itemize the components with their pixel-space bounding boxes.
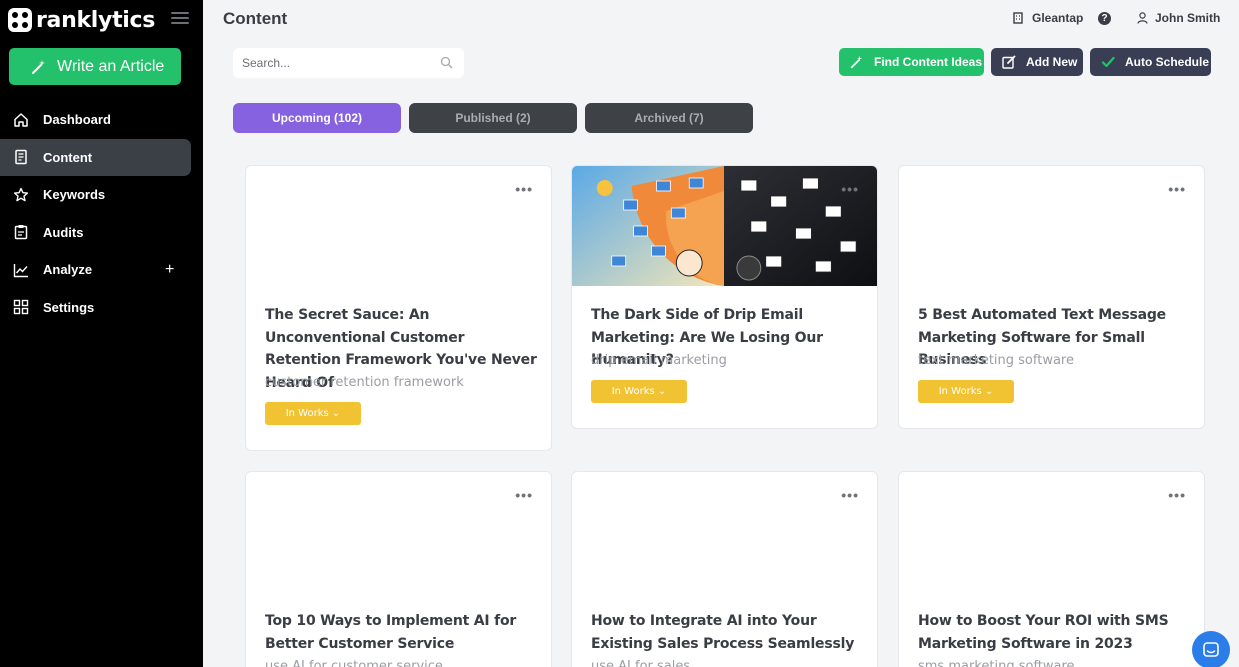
search-box <box>233 48 464 78</box>
card-title[interactable]: How to Integrate AI into Your Existing S… <box>591 610 863 655</box>
sidebar-item-label: Keywords <box>43 187 106 203</box>
content-card[interactable]: ••• Top 10 Ways to Implement AI for Bett… <box>245 471 552 667</box>
sidebar-item-dashboard[interactable]: Dashboard <box>0 101 203 139</box>
card-title[interactable]: How to Boost Your ROI with SMS Marketing… <box>918 610 1190 655</box>
chat-icon <box>1203 642 1219 657</box>
chat-launcher-button[interactable] <box>1192 631 1230 667</box>
sidebar-item-label: Settings <box>43 299 95 315</box>
sidebar-item-analyze[interactable]: Analyze + <box>0 251 203 289</box>
content-card[interactable]: ••• How to Boost Your ROI with SMS Marke… <box>898 471 1205 667</box>
sidebar-nav: Dashboard Content Keywords Audits Analyz… <box>0 101 203 326</box>
page-title: Content <box>223 9 288 28</box>
document-icon <box>13 149 29 165</box>
sidebar-item-label: Analyze <box>43 262 93 278</box>
tab-archived[interactable]: Archived (7) <box>585 103 753 133</box>
more-options-icon[interactable]: ••• <box>515 488 533 502</box>
sidebar-item-settings[interactable]: Settings <box>0 289 203 327</box>
star-icon <box>13 187 29 203</box>
logo-mark-icon <box>8 8 32 32</box>
more-options-icon[interactable]: ••• <box>515 182 533 196</box>
checkmark-icon <box>1101 56 1115 68</box>
home-icon <box>13 112 29 128</box>
card-keyword: use AI for sales <box>591 659 691 667</box>
building-icon <box>1013 12 1023 24</box>
card-keyword: use AI for customer service <box>265 659 443 667</box>
write-article-button[interactable]: Write an Article <box>9 48 181 85</box>
clipboard-icon <box>13 224 29 240</box>
expand-plus-icon[interactable]: + <box>165 261 174 279</box>
sidebar-item-content[interactable]: Content <box>0 138 191 176</box>
more-options-icon[interactable]: ••• <box>1168 488 1186 502</box>
sidebar-item-audits[interactable]: Audits <box>0 214 203 252</box>
auto-schedule-label: Auto Schedule <box>1125 55 1210 69</box>
content-card[interactable]: ••• The Secret Sauce: An Unconventional … <box>245 165 552 451</box>
search-icon[interactable] <box>440 56 453 69</box>
tab-published[interactable]: Published (2) <box>409 103 577 133</box>
help-button[interactable]: ? <box>1098 12 1111 25</box>
card-keyword: sms marketing software <box>918 659 1075 667</box>
status-dropdown[interactable]: In Works ⌄ <box>918 380 1014 403</box>
sidebar-item-label: Dashboard <box>43 112 111 128</box>
sidebar-item-label: Audits <box>43 224 84 240</box>
brand-logo[interactable]: ranklytics <box>8 7 156 33</box>
find-content-ideas-button[interactable]: Find Content Ideas <box>839 48 984 76</box>
more-options-icon[interactable]: ••• <box>1168 182 1186 196</box>
sidebar-item-keywords[interactable]: Keywords <box>0 176 203 214</box>
find-content-ideas-label: Find Content Ideas <box>874 55 982 69</box>
card-keyword: drip email marketing <box>591 353 727 368</box>
user-name: John Smith <box>1155 11 1221 25</box>
auto-schedule-button[interactable]: Auto Schedule <box>1090 48 1211 76</box>
chart-line-icon <box>13 262 29 278</box>
magic-wand-icon <box>850 55 863 69</box>
more-options-icon[interactable]: ••• <box>841 182 859 196</box>
magic-wand-icon <box>32 59 45 74</box>
user-icon <box>1137 12 1148 24</box>
sidebar-item-label: Content <box>43 149 93 165</box>
hamburger-menu-icon[interactable] <box>171 12 189 28</box>
add-new-label: Add New <box>1026 55 1078 69</box>
card-title[interactable]: Top 10 Ways to Implement AI for Better C… <box>265 610 537 655</box>
article-thumbnail-image <box>572 166 877 286</box>
workspace-selector[interactable]: Gleantap <box>1013 11 1083 25</box>
status-dropdown[interactable]: In Works ⌄ <box>591 380 687 403</box>
tab-upcoming[interactable]: Upcoming (102) <box>233 103 401 133</box>
user-menu[interactable]: John Smith <box>1137 11 1220 25</box>
more-options-icon[interactable]: ••• <box>841 488 859 502</box>
status-dropdown[interactable]: In Works ⌄ <box>265 402 361 425</box>
card-keyword: text marketing software <box>918 353 1074 368</box>
workspace-name: Gleantap <box>1032 11 1084 25</box>
content-card[interactable]: ••• How to Integrate AI into Your Existi… <box>571 471 878 667</box>
sidebar: ranklytics Write an Article Dashboard Co… <box>0 0 203 667</box>
card-keyword: customer retention framework <box>265 375 464 390</box>
content-card[interactable]: ••• The Dark Side of Drip Email Marketin… <box>571 165 878 429</box>
content-card[interactable]: ••• 5 Best Automated Text Message Market… <box>898 165 1205 429</box>
edit-icon <box>1002 55 1016 69</box>
search-input[interactable] <box>242 56 432 70</box>
write-article-label: Write an Article <box>57 57 165 75</box>
help-icon: ? <box>1098 12 1111 25</box>
add-new-button[interactable]: Add New <box>991 48 1083 76</box>
brand-name: ranklytics <box>36 7 156 33</box>
grid-icon <box>13 299 29 315</box>
